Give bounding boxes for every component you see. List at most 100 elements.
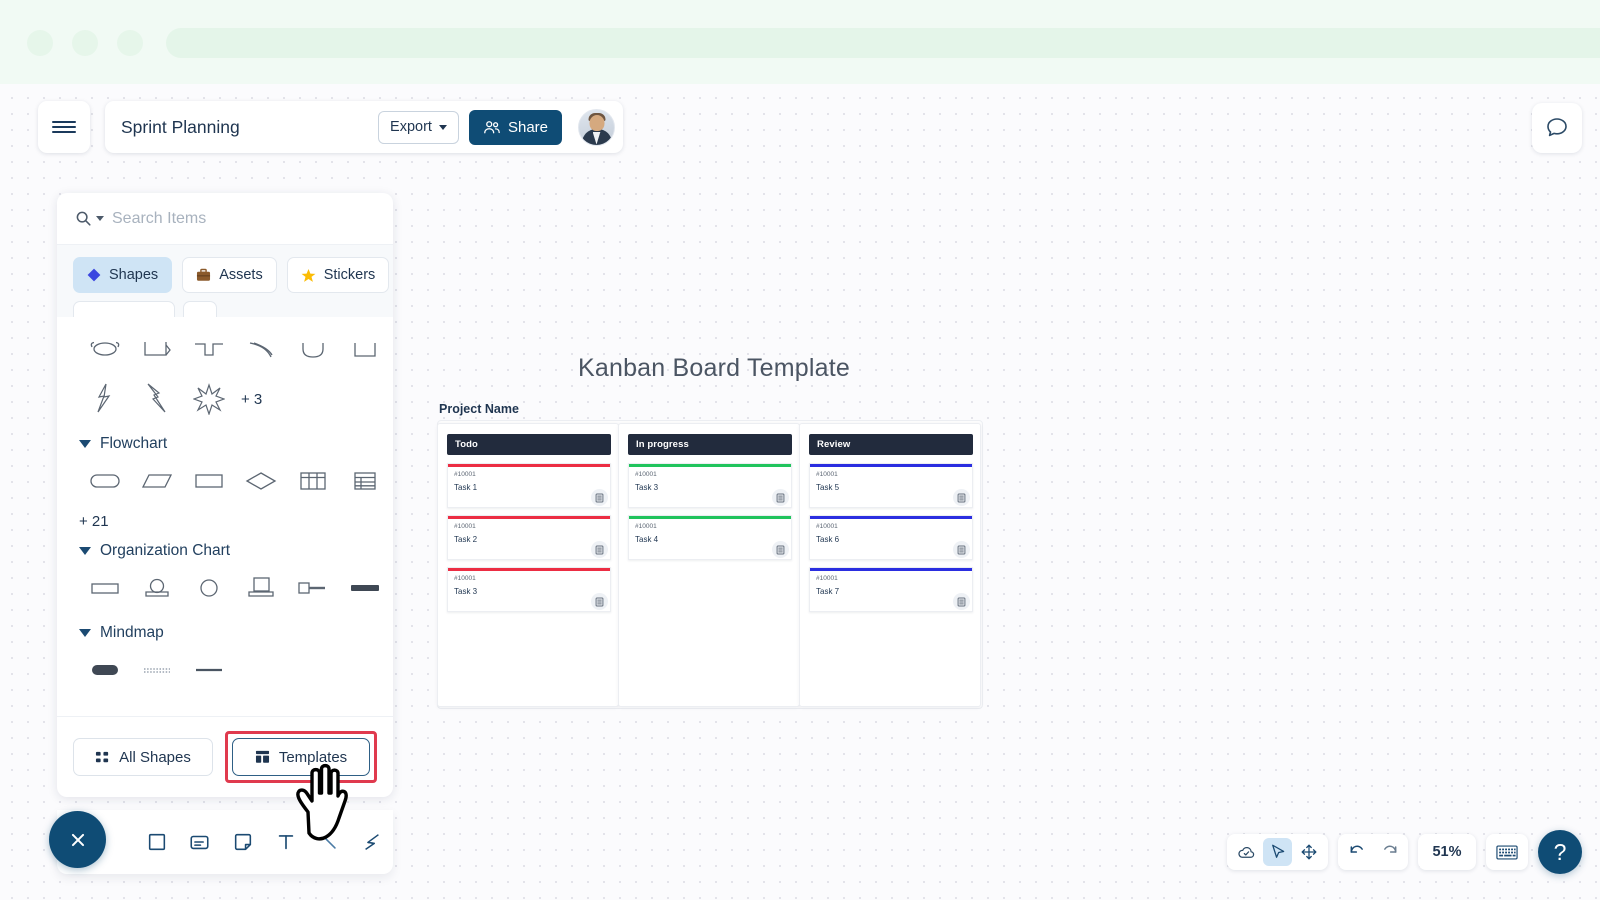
section-header-flowchart[interactable]: Flowchart (57, 423, 393, 457)
tab-stickers[interactable]: Stickers (286, 257, 390, 293)
pen-tool[interactable] (350, 818, 393, 866)
mindmap-line-shape[interactable] (183, 646, 235, 694)
task-name: Task 1 (454, 483, 478, 492)
task-card[interactable]: #10001 Task 4 (628, 515, 792, 560)
section-header-mindmap[interactable]: Mindmap (57, 612, 393, 646)
all-shapes-button[interactable]: All Shapes (73, 738, 213, 776)
task-card[interactable]: #10001 Task 1 (447, 463, 611, 508)
search-input[interactable] (112, 209, 375, 228)
keyboard-shortcuts-button[interactable] (1486, 834, 1528, 870)
diamond-shape[interactable] (235, 457, 287, 505)
rectangle-shape[interactable] (183, 457, 235, 505)
task-card[interactable]: #10001 Task 3 (628, 463, 792, 508)
cloud-saved-icon[interactable] (1232, 838, 1261, 866)
tool-dock (57, 810, 393, 874)
task-list-icon[interactable] (772, 489, 789, 506)
task-list-icon[interactable] (772, 541, 789, 558)
u-bracket-shape[interactable] (339, 327, 391, 375)
subtab-strip (57, 301, 393, 317)
section-header-organization-chart[interactable]: Organization Chart (57, 530, 393, 564)
tee-shape[interactable] (183, 327, 235, 375)
org-box-shape[interactable] (79, 564, 131, 612)
more-shapes-count[interactable]: + 3 (235, 391, 262, 408)
org-bar-shape[interactable] (339, 564, 391, 612)
chat-bubble-icon[interactable] (1532, 103, 1582, 153)
kanban-column[interactable]: Todo #10001 Task 1 #10001 Task 2 #10001 Task 3 (437, 423, 619, 707)
chevron-down-icon (438, 124, 447, 130)
templates-highlight-box: Templates (225, 731, 377, 783)
page-title[interactable]: Sprint Planning (121, 117, 368, 138)
close-dot[interactable] (27, 30, 53, 56)
star-icon (301, 268, 316, 282)
task-list-icon[interactable] (591, 593, 608, 610)
line-tool[interactable] (307, 818, 350, 866)
burst-shape[interactable] (183, 375, 235, 423)
lightning-shape[interactable] (79, 375, 131, 423)
close-x-icon[interactable] (49, 811, 106, 868)
kanban-column[interactable]: In progress #10001 Task 3 #10001 Task 4 (618, 423, 800, 707)
tab-shapes[interactable]: Shapes (73, 257, 173, 293)
task-name: Task 3 (454, 587, 478, 596)
u-curve-shape[interactable] (287, 327, 339, 375)
export-button[interactable]: Export (378, 110, 459, 144)
shape-row: + 3 (57, 375, 393, 423)
help-button[interactable]: ? (1538, 830, 1582, 874)
task-id: #10001 (816, 575, 838, 582)
parallelogram-shape[interactable] (131, 457, 183, 505)
card-tool[interactable] (178, 818, 221, 866)
undo-icon[interactable] (1343, 838, 1372, 866)
redo-icon[interactable] (1374, 838, 1403, 866)
shape-library-scroll[interactable]: + 3 Flowchart + 21 Organization Chart Mi… (57, 317, 393, 716)
task-card[interactable]: #10001 Task 3 (447, 567, 611, 612)
task-card[interactable]: #10001 Task 6 (809, 515, 973, 560)
search-icon[interactable] (75, 210, 92, 227)
task-card[interactable]: #10001 Task 2 (447, 515, 611, 560)
grid-shape[interactable] (339, 457, 391, 505)
task-id: #10001 (454, 523, 476, 530)
hamburger-icon[interactable] (38, 101, 90, 153)
templates-button[interactable]: Templates (232, 738, 370, 776)
shape-tool[interactable] (135, 818, 178, 866)
bolt-shape[interactable] (131, 375, 183, 423)
task-list-icon[interactable] (591, 489, 608, 506)
address-bar[interactable] (166, 28, 1600, 58)
org-stack-shape[interactable] (235, 564, 287, 612)
search-filter-chevron-icon[interactable] (96, 216, 104, 221)
cylinder-top-shape[interactable] (79, 327, 131, 375)
subtab-peek-a[interactable] (73, 301, 175, 317)
minimize-dot[interactable] (72, 30, 98, 56)
zoom-control[interactable]: 51% (1418, 834, 1476, 870)
share-button[interactable]: Share (468, 109, 562, 145)
task-id: #10001 (635, 471, 657, 478)
task-card[interactable]: #10001 Task 5 (809, 463, 973, 508)
org-node-shape[interactable] (287, 564, 339, 612)
kanban-column[interactable]: Review #10001 Task 5 #10001 Task 6 #10001 Task… (799, 423, 981, 707)
text-tool[interactable] (264, 818, 307, 866)
rounded-rect-shape[interactable] (79, 457, 131, 505)
move-icon[interactable] (1294, 838, 1323, 866)
shape-row (57, 564, 393, 612)
task-list-icon[interactable] (591, 541, 608, 558)
task-card[interactable]: #10001 Task 7 (809, 567, 973, 612)
more-flowchart-count[interactable]: + 21 (79, 513, 109, 530)
tab-assets[interactable]: Assets (182, 257, 277, 293)
table-shape[interactable] (287, 457, 339, 505)
arc-shape[interactable] (235, 327, 287, 375)
project-name-label: Project Name (439, 402, 519, 416)
subtab-peek-b[interactable] (183, 301, 217, 317)
mindmap-dotted-line-shape[interactable] (131, 646, 183, 694)
task-list-icon[interactable] (953, 593, 970, 610)
note-tool[interactable] (221, 818, 264, 866)
bracket-shape[interactable] (131, 327, 183, 375)
avatar[interactable] (578, 108, 615, 146)
maximize-dot[interactable] (117, 30, 143, 56)
task-list-icon[interactable] (953, 489, 970, 506)
shape-row (57, 646, 393, 694)
column-header: In progress (628, 434, 792, 455)
section-title: Mindmap (100, 624, 164, 641)
task-list-icon[interactable] (953, 541, 970, 558)
cursor-arrow-icon[interactable] (1263, 838, 1292, 866)
mindmap-pill-shape[interactable] (79, 646, 131, 694)
org-circle-shape[interactable] (183, 564, 235, 612)
org-person-shape[interactable] (131, 564, 183, 612)
